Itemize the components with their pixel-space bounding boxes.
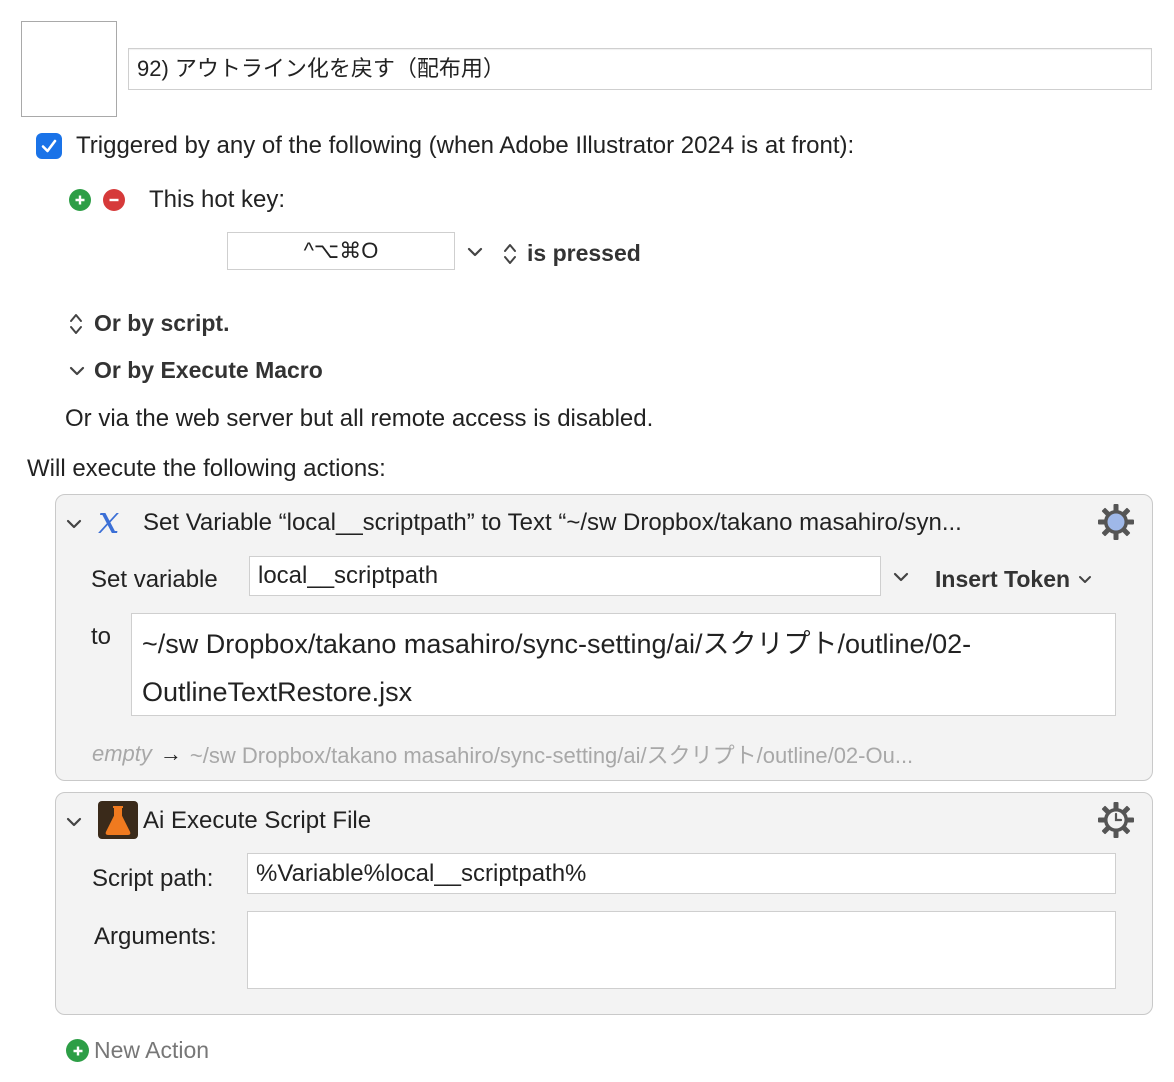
action-set-variable[interactable]: x Set Variable “local__scriptpath” to Te… (55, 494, 1153, 781)
preview-result: ~/sw Dropbox/takano masahiro/sync-settin… (189, 743, 914, 768)
variable-x-icon: x (98, 503, 119, 539)
add-trigger-button[interactable] (69, 189, 91, 211)
plus-circle-icon (66, 1039, 89, 1062)
plus-icon (75, 195, 85, 205)
action-title: Set Variable “local__scriptpath” to Text… (143, 509, 962, 536)
trigger-label: Triggered by any of the following (when … (76, 132, 855, 159)
to-text-line1: ~/sw Dropbox/takano masahiro/sync-settin… (142, 629, 972, 659)
chevron-down-icon[interactable] (66, 816, 82, 828)
arguments-field[interactable] (247, 911, 1116, 989)
actions-header: Will execute the following actions: (27, 455, 386, 482)
to-label: to (91, 623, 112, 650)
preview-empty: empty (92, 741, 152, 766)
trigger-row: Triggered by any of the following (when … (36, 132, 854, 160)
or-by-execute-macro-disclosure[interactable]: Or by Execute Macro (69, 357, 323, 384)
pressed-label: is pressed (527, 240, 641, 266)
chevron-down-icon[interactable] (893, 571, 909, 583)
new-action-button[interactable]: New Action (66, 1037, 209, 1064)
arguments-label: Arguments: (94, 923, 217, 950)
pressed-popup[interactable]: is pressed (503, 240, 641, 267)
chevron-down-icon[interactable] (66, 518, 82, 530)
checkmark-icon (41, 139, 57, 153)
script-path-field[interactable]: %Variable%local__scriptpath% (247, 853, 1116, 894)
minus-icon (109, 198, 119, 202)
or-by-script-label: Or by script. (94, 310, 230, 336)
chevron-down-icon (69, 366, 85, 375)
svg-text:x: x (98, 503, 119, 539)
variable-name-field[interactable]: local__scriptpath (249, 556, 881, 596)
action-execute-script-file[interactable]: Ai Execute Script File Script path: %Var… (55, 792, 1153, 1015)
or-by-execute-macro-label: Or by Execute Macro (94, 357, 323, 383)
insert-token-label: Insert Token (935, 566, 1071, 592)
preview-arrow: → (159, 741, 182, 766)
macro-icon-well[interactable] (21, 21, 117, 117)
hotkey-field[interactable]: ^⌥⌘O (227, 232, 455, 270)
or-by-script-popup[interactable]: Or by script. (69, 310, 229, 337)
action-title: Ai Execute Script File (143, 807, 372, 834)
to-text-field[interactable]: ~/sw Dropbox/takano masahiro/sync-settin… (131, 613, 1116, 716)
insert-token-menu[interactable]: Insert Token (935, 566, 1092, 593)
script-path-label: Script path: (92, 865, 214, 892)
chevron-down-icon (1079, 575, 1092, 583)
chevron-down-icon[interactable] (467, 246, 483, 258)
hotkey-row: This hot key: (69, 186, 285, 214)
to-text-line2: OutlineTextRestore.jsx (142, 677, 413, 707)
web-server-note: Or via the web server but all remote acc… (65, 405, 654, 432)
macro-name-field[interactable]: 92) アウトライン化を戻す（配布用） (128, 48, 1152, 90)
hotkey-label: This hot key: (149, 186, 286, 213)
set-variable-label: Set variable (91, 566, 218, 593)
gear-icon[interactable] (1096, 800, 1136, 840)
up-down-chevron-icon (70, 313, 82, 334)
plus-icon (73, 1046, 82, 1055)
remove-trigger-button[interactable] (103, 189, 125, 211)
new-action-label: New Action (94, 1037, 210, 1063)
flask-icon (98, 801, 138, 839)
gear-icon[interactable] (1096, 502, 1136, 542)
trigger-checkbox[interactable] (36, 133, 62, 159)
preview-row: empty → ~/sw Dropbox/takano masahiro/syn… (92, 738, 913, 770)
up-down-chevron-icon (504, 243, 516, 264)
